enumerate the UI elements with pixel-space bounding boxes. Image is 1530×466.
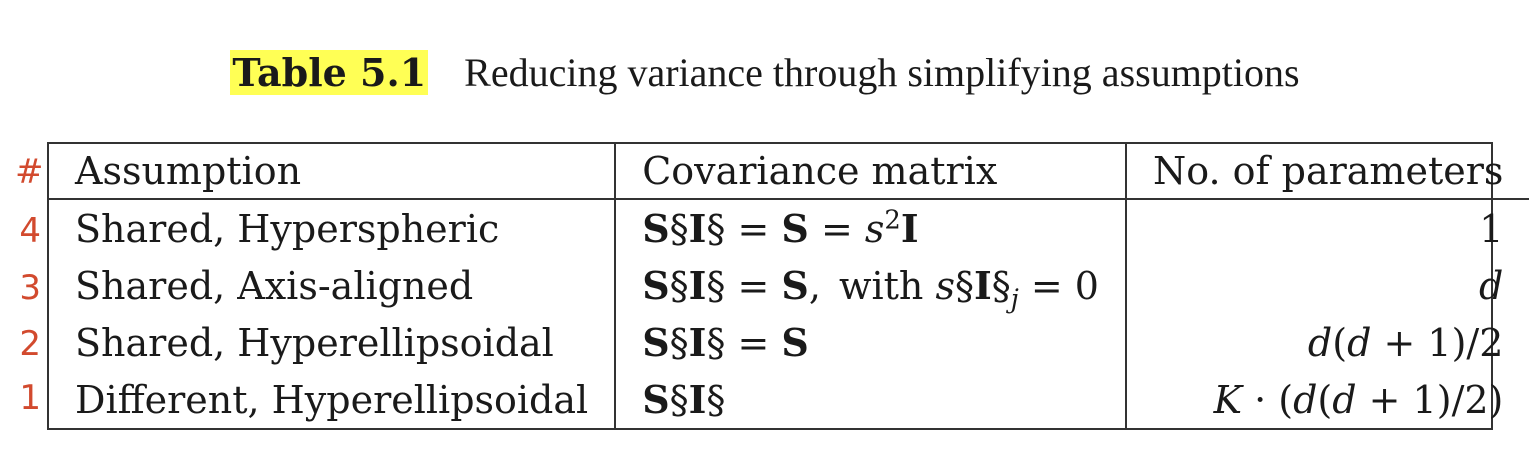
row-number: 4 xyxy=(19,211,41,251)
cell-parameters: d xyxy=(1479,263,1504,308)
table-row: Shared, Hyperspheric S§I§ = S = s2I 1 xyxy=(49,199,1529,257)
covariance-table: Assumption Covariance matrix No. of para… xyxy=(47,142,1530,430)
parameter-formula: d(d + 1)/2 xyxy=(1307,320,1504,365)
parameter-formula: K · (d(d + 1)/2) xyxy=(1213,377,1504,422)
covariance-formula: S§I§ = S, with s§I§j = 0 xyxy=(642,263,1099,315)
table-header-row: Assumption Covariance matrix No. of para… xyxy=(49,144,1530,200)
cell-covariance: S§I§ xyxy=(615,371,1127,428)
row-number: 3 xyxy=(19,268,41,308)
cell-assumption: Shared, Hyperspheric xyxy=(49,199,617,257)
table-row: Shared, Axis-aligned S§I§ = S, with s§I§j… xyxy=(49,257,1529,314)
header-assumption: Assumption xyxy=(49,144,617,200)
table-row: Shared, Hyperellipsoidal S§I§ = S d(d + … xyxy=(49,314,1529,371)
cell-assumption: Shared, Axis-aligned xyxy=(49,257,617,314)
caption-label: Table 5.1 xyxy=(230,50,429,95)
cell-covariance: S§I§ = S xyxy=(615,314,1127,371)
row-number-header: # xyxy=(15,152,44,192)
row-number: 2 xyxy=(19,324,41,364)
cell-assumption: Shared, Hyperellipsoidal xyxy=(49,314,617,371)
data-table: Assumption Covariance matrix No. of para… xyxy=(49,144,1530,428)
row-number: 1 xyxy=(19,378,41,418)
caption-title: Reducing variance through simplifying as… xyxy=(464,50,1300,95)
covariance-formula: S§I§ = S xyxy=(642,320,809,365)
covariance-formula: S§I§ xyxy=(642,377,726,422)
cell-parameters: 1 xyxy=(1479,206,1504,251)
cell-assumption: Different, Hyperellipsoidal xyxy=(49,371,617,428)
header-parameters: No. of parameters xyxy=(1125,144,1530,200)
cell-covariance: S§I§ = S = s2I xyxy=(615,199,1127,257)
table-caption: Table 5.1 Reducing variance through simpl… xyxy=(0,48,1530,98)
cell-parameters: K · (d(d + 1)/2) xyxy=(1126,371,1529,428)
table-row: Different, Hyperellipsoidal S§I§ K · (d(… xyxy=(49,371,1529,428)
cell-covariance: S§I§ = S, with s§I§j = 0 xyxy=(615,257,1127,315)
header-covariance: Covariance matrix xyxy=(615,144,1127,200)
cell-parameters: d(d + 1)/2 xyxy=(1126,314,1529,371)
covariance-formula: S§I§ = S = s2I xyxy=(642,205,919,251)
